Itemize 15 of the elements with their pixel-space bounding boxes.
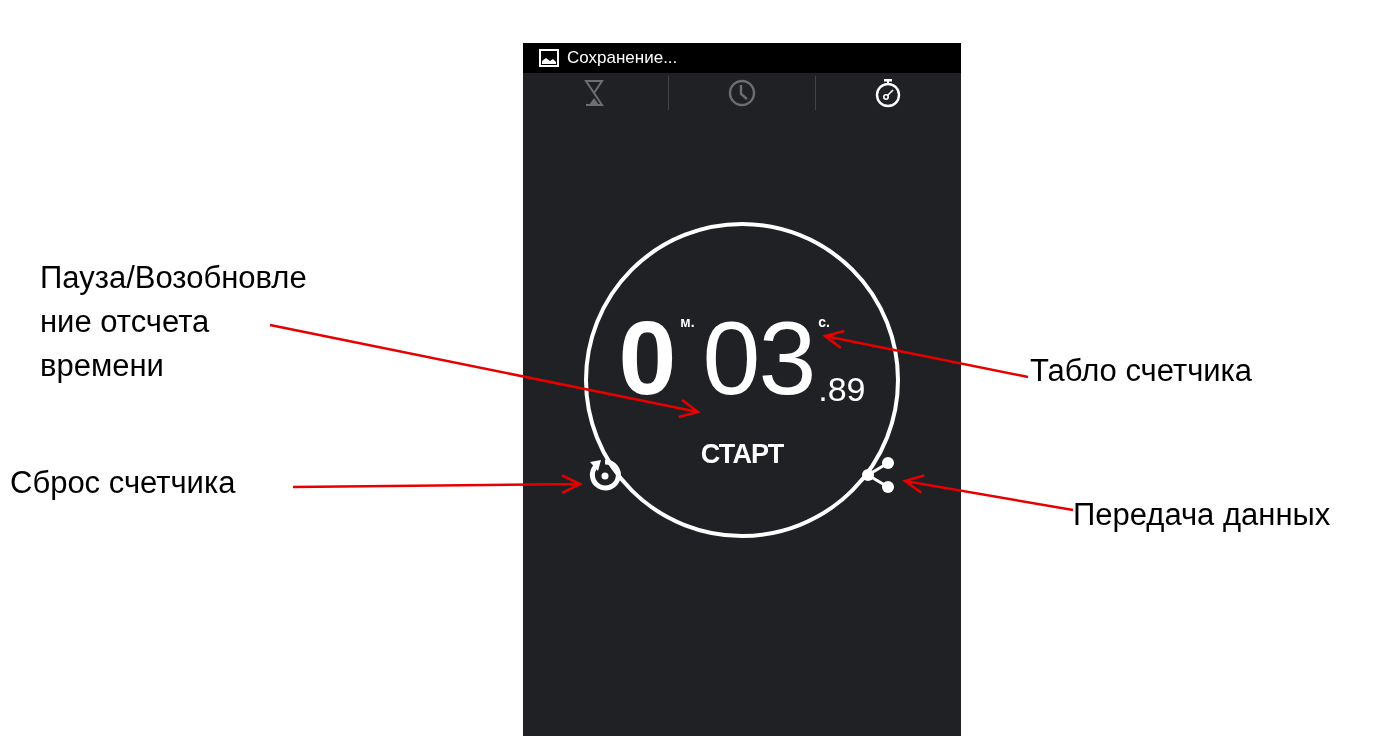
clock-icon[interactable] [728,78,756,108]
minutes-digit: 0 [618,306,677,410]
stopwatch-icon[interactable] [874,78,903,108]
notification-text: Сохранение... [567,47,678,70]
callout-label: Сброс счетчика [10,464,236,502]
share-icon[interactable] [859,456,897,494]
hundredths-digits: .89 [818,372,866,406]
callout-label: Пауза/Возобновле ние отсчета времени [40,259,307,385]
start-button[interactable]: СТАРТ [696,434,788,475]
seconds-unit: с. [818,313,830,332]
image-icon [539,49,559,67]
callout-label: Передача данных [1073,496,1331,534]
minutes-unit: м. [680,313,695,332]
callout-label: Табло счетчика [1030,352,1253,390]
seconds-digits: 03 [702,306,815,410]
